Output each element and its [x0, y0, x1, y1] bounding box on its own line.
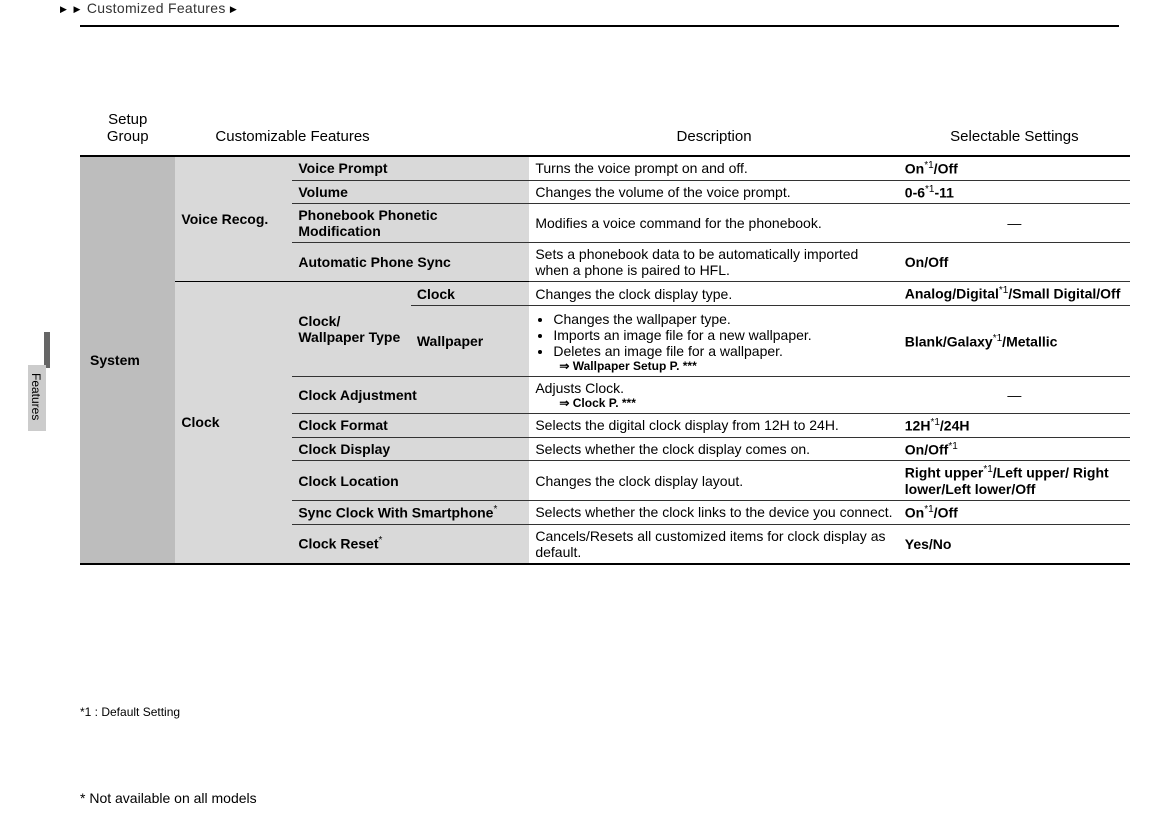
th-settings: Selectable Settings: [899, 105, 1130, 156]
feat-clock-reset: Clock Reset*: [292, 524, 529, 564]
group-cell: System: [80, 156, 175, 564]
side-tab: Features: [28, 365, 46, 431]
sett-volume: 0-6*1-11: [899, 180, 1130, 204]
sett-clock-location: Right upper*1/Left upper/ Right lower/Le…: [899, 461, 1130, 501]
desc-voice-prompt: Turns the voice prompt on and off.: [529, 156, 898, 180]
th-description: Description: [529, 105, 898, 156]
desc-clock-format: Selects the digital clock display from 1…: [529, 413, 898, 437]
desc-volume: Changes the volume of the voice prompt.: [529, 180, 898, 204]
breadcrumb: ▶ ▶ Customized Features ▶: [60, 0, 239, 16]
footnote-models: * Not available on all models: [80, 790, 257, 806]
feat-clock-display: Clock Display: [292, 437, 529, 461]
breadcrumb-marker-1: ▶: [60, 4, 67, 15]
sett-clock-adj: —: [899, 376, 1130, 413]
desc-clock-location: Changes the clock display layout.: [529, 461, 898, 501]
clock-adj-ref: ⇒ Clock P. ***: [535, 396, 892, 410]
breadcrumb-title: Customized Features: [87, 0, 226, 16]
feat-auto-sync: Automatic Phone Sync: [292, 243, 529, 282]
desc-sync-smartphone: Selects whether the clock links to the d…: [529, 500, 898, 524]
sett-auto-sync: On/Off: [899, 243, 1130, 282]
feat-clock-location: Clock Location: [292, 461, 529, 501]
wp-bullet-3: Deletes an image file for a wallpaper.: [553, 343, 892, 359]
feat-clock-adj: Clock Adjustment: [292, 376, 529, 413]
desc-auto-sync: Sets a phonebook data to be automaticall…: [529, 243, 898, 282]
sett-clock-type: Analog/Digital*1/Small Digital/Off: [899, 282, 1130, 306]
feat-wallpaper: Wallpaper: [411, 305, 530, 376]
desc-clock-type: Changes the clock display type.: [529, 282, 898, 306]
side-tab-bar: [44, 332, 50, 368]
feat-sync-smartphone: Sync Clock With Smartphone*: [292, 500, 529, 524]
sett-wallpaper: Blank/Galaxy*1/Metallic: [899, 305, 1130, 376]
th-group: Setup Group: [80, 105, 175, 156]
side-tab-label: Features: [29, 373, 43, 420]
subgroup-voice: Voice Recog.: [175, 156, 292, 282]
feat-clock-format: Clock Format: [292, 413, 529, 437]
header-divider: [80, 25, 1119, 27]
clock-adj-text: Adjusts Clock.: [535, 380, 624, 396]
feat-clock-type: Clock: [411, 282, 530, 306]
table-row: System Voice Recog. Voice Prompt Turns t…: [80, 156, 1130, 180]
feat-voice-prompt: Voice Prompt: [292, 156, 529, 180]
desc-clock-reset: Cancels/Resets all customized items for …: [529, 524, 898, 564]
subgroup-clock-wp: Clock/ Wallpaper Type: [292, 282, 411, 377]
sett-sync-smartphone: On*1/Off: [899, 500, 1130, 524]
sett-clock-display: On/Off*1: [899, 437, 1130, 461]
feat-pb-phonetic: Phonebook Phonetic Modification: [292, 204, 529, 243]
subgroup-clock: Clock: [175, 282, 292, 564]
desc-wallpaper: Changes the wallpaper type. Imports an i…: [529, 305, 898, 376]
sett-pb-phonetic: —: [899, 204, 1130, 243]
wp-ref: ⇒ Wallpaper Setup P. ***: [535, 359, 892, 373]
desc-pb-phonetic: Modifies a voice command for the phonebo…: [529, 204, 898, 243]
sett-voice-prompt: On*1/Off: [899, 156, 1130, 180]
feat-volume: Volume: [292, 180, 529, 204]
footnote-default: *1 : Default Setting: [80, 705, 180, 719]
wp-bullet-2: Imports an image file for a new wallpape…: [553, 327, 892, 343]
wp-bullet-1: Changes the wallpaper type.: [553, 311, 892, 327]
settings-table: Setup Group Customizable Features Descri…: [80, 105, 1130, 565]
breadcrumb-marker-3: ▶: [230, 4, 237, 15]
desc-clock-display: Selects whether the clock display comes …: [529, 437, 898, 461]
sett-clock-reset: Yes/No: [899, 524, 1130, 564]
th-features: Customizable Features: [175, 105, 529, 156]
desc-clock-adj: Adjusts Clock. ⇒ Clock P. ***: [529, 376, 898, 413]
breadcrumb-marker-2: ▶: [73, 4, 80, 15]
table-row: Clock Clock/ Wallpaper Type Clock Change…: [80, 282, 1130, 306]
sett-clock-format: 12H*1/24H: [899, 413, 1130, 437]
